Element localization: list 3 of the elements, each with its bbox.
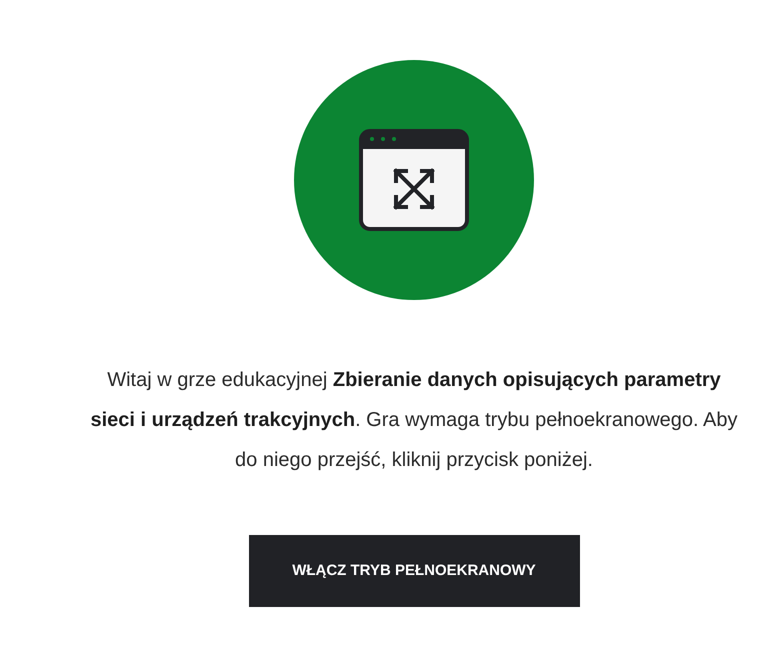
intro-text: Witaj w grze edukacyjnej Zbieranie danych opisujących parametry sieci i urządzeń trakcyjnych. Gra wymaga trybu pełnoekranowego. Aby do niego przejść, kliknij przycisk poniżej. bbox=[90, 368, 738, 473]
fullscreen-window-icon bbox=[359, 129, 469, 231]
fullscreen-button[interactable]: WŁĄCZ TRYB PEŁNOEKRANOWY bbox=[248, 535, 580, 607]
